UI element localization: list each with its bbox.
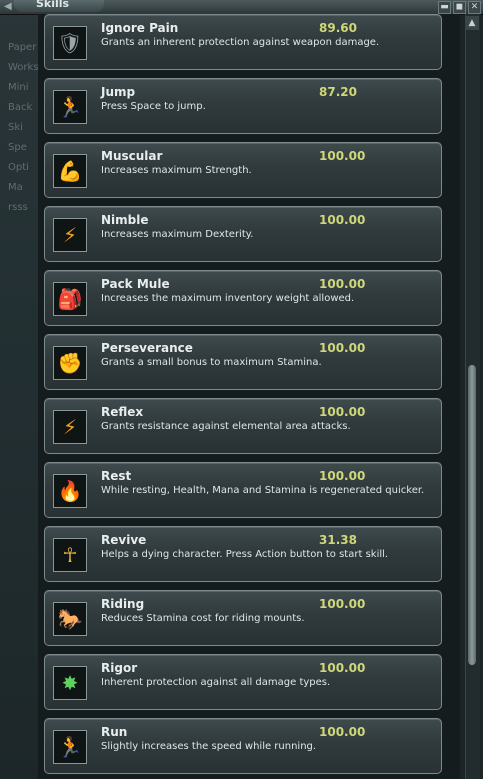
background-menu-item: Spe bbox=[8, 142, 27, 153]
skill-row[interactable]: 💪 Muscular 100.00 Increases maximum Strengt… bbox=[44, 142, 442, 198]
window-controls: ▬ ◼ ✕ bbox=[438, 1, 481, 14]
maximize-button[interactable]: ◼ bbox=[453, 1, 466, 14]
skill-name: Ignore Pain bbox=[101, 21, 179, 35]
run-icon: 🏃 bbox=[53, 730, 87, 764]
skill-description: Grants resistance against elemental area… bbox=[101, 421, 351, 432]
skill-description: Reduces Stamina cost for riding mounts. bbox=[101, 613, 305, 624]
skill-value: 87.20 bbox=[319, 85, 357, 99]
backpack-icon: 🎒 bbox=[53, 282, 87, 316]
scroll-up-button[interactable]: ▲ bbox=[465, 16, 479, 30]
skill-value: 100.00 bbox=[319, 661, 366, 675]
skill-row[interactable]: ☥ Revive 31.38 Helps a dying character. Pre… bbox=[44, 526, 442, 582]
skill-name: Reflex bbox=[101, 405, 144, 419]
background-menu-item: rsss bbox=[8, 202, 28, 213]
skill-row[interactable]: ✸ Rigor 100.00 Inherent protection against … bbox=[44, 654, 442, 710]
skill-row[interactable]: ⚡ Reflex 100.00 Grants resistance against e… bbox=[44, 398, 442, 454]
skill-value: 89.60 bbox=[319, 21, 357, 35]
skill-description: Increases the maximum inventory weight a… bbox=[101, 293, 355, 304]
title-arrow-icon: ◀ bbox=[4, 1, 12, 12]
skill-name: Rigor bbox=[101, 661, 138, 675]
background-menu-item: Ski bbox=[8, 122, 23, 133]
skill-description: Helps a dying character. Press Action bu… bbox=[101, 549, 389, 560]
skill-name: Muscular bbox=[101, 149, 163, 163]
skill-row[interactable]: 🏃 Jump 87.20 Press Space to jump. bbox=[44, 78, 442, 134]
skill-value: 100.00 bbox=[319, 149, 366, 163]
jump-icon: 🏃 bbox=[53, 90, 87, 124]
window-titlebar[interactable]: ◀ Skills ▬ ◼ ✕ bbox=[0, 0, 483, 15]
skill-name: Pack Mule bbox=[101, 277, 170, 291]
skill-name: Nimble bbox=[101, 213, 149, 227]
close-button[interactable]: ✕ bbox=[468, 1, 481, 14]
skill-value: 100.00 bbox=[319, 213, 366, 227]
skill-name: Run bbox=[101, 725, 128, 739]
skill-name: Perseverance bbox=[101, 341, 193, 355]
skill-row[interactable]: 🐎 Riding 100.00 Reduces Stamina cost for ri… bbox=[44, 590, 442, 646]
skill-description: Slightly increases the speed while runni… bbox=[101, 741, 317, 752]
skill-row[interactable]: 🎒 Pack Mule 100.00 Increases the maximum in… bbox=[44, 270, 442, 326]
skill-value: 100.00 bbox=[319, 277, 366, 291]
skill-description: Increases maximum Strength. bbox=[101, 165, 252, 176]
skill-row[interactable]: 🛡 Ignore Pain 89.60 Grants an inherent prot… bbox=[44, 14, 442, 70]
skill-description: Increases maximum Dexterity. bbox=[101, 229, 254, 240]
background-menu-item: Works bbox=[8, 62, 39, 73]
skill-description: Inherent protection against all damage t… bbox=[101, 677, 331, 688]
skill-value: 100.00 bbox=[319, 597, 366, 611]
skill-value: 100.00 bbox=[319, 405, 366, 419]
skill-name: Jump bbox=[101, 85, 136, 99]
skill-name: Revive bbox=[101, 533, 147, 547]
skill-value: 100.00 bbox=[319, 341, 366, 355]
skill-row[interactable]: 🏃 Run 100.00 Slightly increases the speed w… bbox=[44, 718, 442, 774]
muscle-icon: 💪 bbox=[53, 154, 87, 188]
background-menu-item: Back bbox=[8, 102, 33, 113]
skill-description: While resting, Health, Mana and Stamina … bbox=[101, 485, 425, 496]
window-title: Skills bbox=[36, 0, 70, 10]
scrollbar-thumb[interactable] bbox=[468, 365, 476, 665]
skill-name: Rest bbox=[101, 469, 132, 483]
star-burst-icon: ✸ bbox=[53, 666, 87, 700]
skill-row[interactable]: 🔥 Rest 100.00 While resting, Health, Mana a… bbox=[44, 462, 442, 518]
skill-value: 100.00 bbox=[319, 725, 366, 739]
skill-value: 31.38 bbox=[319, 533, 357, 547]
skill-row[interactable]: ⚡ Nimble 100.00 Increases maximum Dexterity… bbox=[44, 206, 442, 262]
lightning-icon: ⚡ bbox=[53, 410, 87, 444]
skill-description: Press Space to jump. bbox=[101, 101, 206, 112]
fist-icon: ✊ bbox=[53, 346, 87, 380]
lightning-icon: ⚡ bbox=[53, 218, 87, 252]
background-menu-item: Opti bbox=[8, 162, 29, 173]
skill-value: 100.00 bbox=[319, 469, 366, 483]
minimize-button[interactable]: ▬ bbox=[438, 1, 451, 14]
shield-icon: 🛡 bbox=[53, 26, 87, 60]
skill-row[interactable]: ✊ Perseverance 100.00 Grants a small bonus … bbox=[44, 334, 442, 390]
ankh-icon: ☥ bbox=[53, 538, 87, 572]
background-menu-item: Paper bbox=[8, 42, 37, 53]
skill-name: Riding bbox=[101, 597, 145, 611]
skill-description: Grants a small bonus to maximum Stamina. bbox=[101, 357, 322, 368]
horse-icon: 🐎 bbox=[53, 602, 87, 636]
background-menu-item: Ma bbox=[8, 182, 23, 193]
skill-description: Grants an inherent protection against we… bbox=[101, 37, 380, 48]
background-menu-item: Mini bbox=[8, 82, 29, 93]
campfire-icon: 🔥 bbox=[53, 474, 87, 508]
